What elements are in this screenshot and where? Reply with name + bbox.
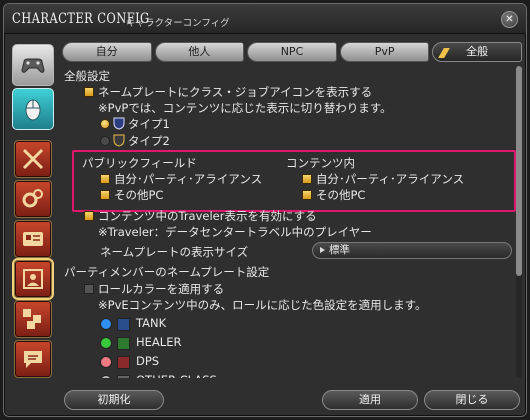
nameplate-icon (23, 269, 43, 289)
content-other-pc-checkbox[interactable] (302, 190, 312, 200)
puzzle-icon (23, 309, 41, 329)
role-color-label: ロールカラーを適用する (98, 282, 225, 296)
public-other-pc-label: その他PC (114, 188, 164, 202)
role-color-swatch[interactable] (100, 337, 112, 349)
sidebar (12, 44, 54, 378)
sidebar-item-nameplate[interactable] (14, 260, 52, 298)
role-label: HEALER (136, 335, 182, 349)
sidebar-item-gear[interactable] (14, 180, 52, 218)
crossed-swords-icon (22, 148, 44, 170)
content-self-party-label: 自分･パーティ･アライアンス (316, 172, 465, 186)
tab-pvp[interactable]: PvP (339, 42, 430, 62)
content-other-pc-label: その他PC (316, 188, 366, 202)
role-color-swatch[interactable] (100, 356, 112, 368)
heal-cross-icon (117, 337, 130, 350)
type1-radio[interactable] (100, 119, 110, 129)
tab-npc[interactable]: NPC (247, 42, 337, 62)
gamepad-icon (21, 58, 45, 73)
traveler-checkbox[interactable] (84, 211, 94, 221)
pvp-note: ※PvPでは、コンテンツに応じた表示に切り替わります。 (98, 101, 392, 115)
id-card-icon (23, 232, 43, 246)
apply-button[interactable]: 適用 (322, 390, 418, 410)
tab-others[interactable]: 他人 (154, 42, 245, 62)
in-content-heading: コンテンツ内 (286, 156, 355, 170)
public-self-party-label: 自分･パーティ･アライアンス (114, 172, 263, 186)
shield-icon (113, 117, 125, 130)
role-color-swatch[interactable] (100, 375, 112, 378)
shield-outline-icon (113, 134, 125, 147)
public-self-party-checkbox[interactable] (100, 174, 110, 184)
sidebar-item-id[interactable] (14, 220, 52, 258)
role-color-swatch[interactable] (100, 318, 112, 330)
show-class-icon-checkbox[interactable] (84, 87, 94, 97)
scrollbar-thumb[interactable] (516, 66, 522, 276)
section-general-heading: 全般設定 (64, 69, 110, 83)
tab-general[interactable]: 全般 (432, 42, 522, 62)
reset-button[interactable]: 初期化 (64, 390, 164, 410)
sidebar-item-gamepad[interactable] (12, 44, 54, 86)
sword-icon (117, 356, 130, 369)
chat-icon (24, 351, 42, 368)
mouse-icon (25, 99, 41, 121)
title-bar[interactable]: CHARACTER CONFIG キャラクターコンフィグ ✕ (4, 4, 526, 34)
content-self-party-checkbox[interactable] (302, 174, 312, 184)
traveler-label: コンテンツ中のTraveler表示を有効にする (98, 209, 317, 223)
public-field-heading: パブリックフィールド (82, 156, 197, 170)
role-color-checkbox[interactable] (84, 284, 94, 294)
party-section-heading: パーティメンバーのネームプレート設定 (64, 265, 270, 279)
role-note: ※PvEコンテンツ中のみ、ロールに応じた色設定を適用します。 (98, 298, 427, 312)
public-other-pc-checkbox[interactable] (100, 190, 110, 200)
settings-panel[interactable]: 全般設定 ネームプレートにクラス・ジョブアイコンを表示する ※PvPでは、コンテ… (62, 66, 522, 378)
nameplate-size-dropdown[interactable]: 標準 (312, 242, 512, 259)
close-button[interactable]: 閉じる (424, 390, 520, 410)
role-label: TANK (136, 316, 167, 330)
type2-radio[interactable] (100, 136, 110, 146)
traveler-note: ※Traveler：データセンタートラベル中のプレイヤー (98, 225, 372, 239)
character-config-window: CHARACTER CONFIG キャラクターコンフィグ ✕ 自分 他人 NPC… (3, 3, 527, 417)
shield-role-icon (117, 318, 130, 331)
gears-icon (22, 189, 43, 208)
other-class-icon (117, 375, 130, 378)
nameplate-size-label: ネームプレートの表示サイズ (100, 245, 249, 259)
sidebar-item-mouse[interactable] (12, 88, 54, 130)
sidebar-item-chat[interactable] (14, 340, 52, 378)
sidebar-item-battle[interactable] (14, 140, 52, 178)
role-label: DPS (136, 354, 160, 368)
role-label: OTHER CLASS (136, 373, 217, 378)
sidebar-item-hotbar[interactable] (14, 300, 52, 338)
tab-bar: 自分 他人 NPC PvP 全般 (62, 42, 522, 62)
type1-label: タイプ1 (128, 117, 170, 131)
tab-self[interactable]: 自分 (62, 42, 152, 62)
window-subtitle: キャラクターコンフィグ (126, 18, 230, 29)
show-class-icon-label: ネームプレートにクラス・ジョブアイコンを表示する (98, 85, 373, 99)
type2-label: タイプ2 (128, 134, 170, 148)
close-window-button[interactable]: ✕ (501, 11, 518, 28)
